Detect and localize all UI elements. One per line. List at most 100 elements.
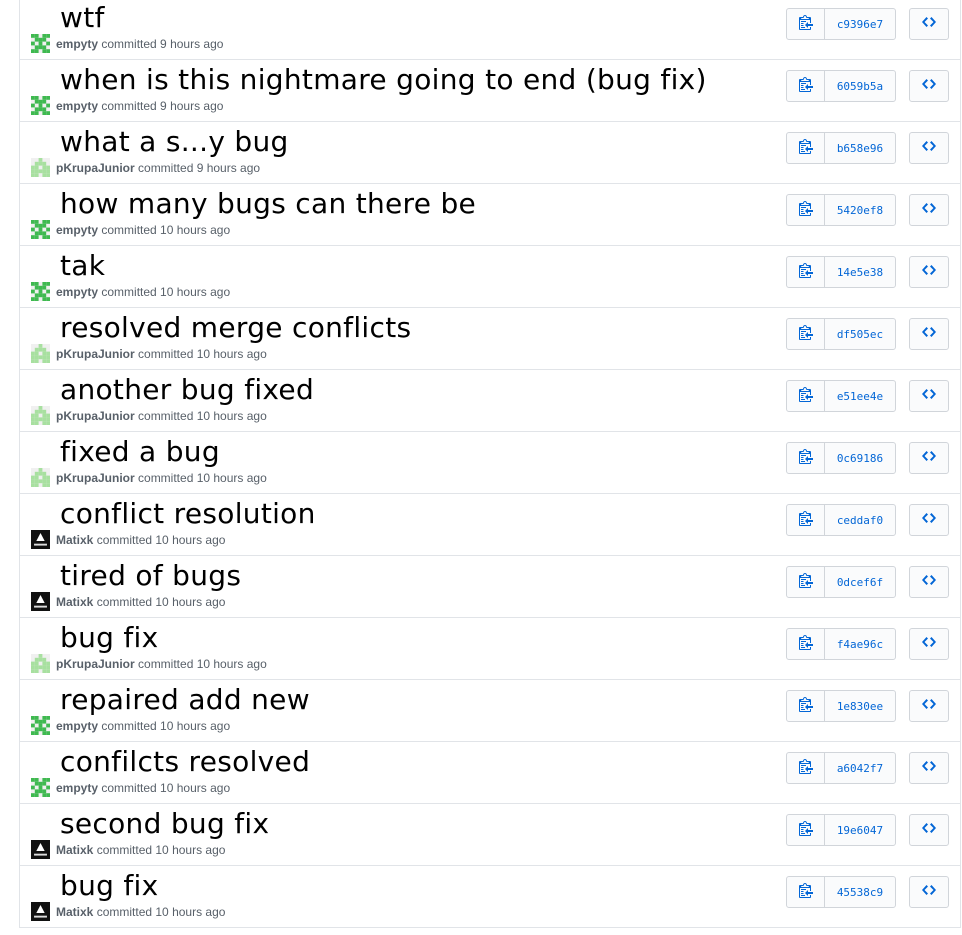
commit-author[interactable]: Matixk [56, 843, 93, 857]
browse-repo-button[interactable] [909, 194, 949, 226]
commit-title[interactable]: resolved merge conflicts [60, 311, 411, 345]
browse-repo-button[interactable] [909, 380, 949, 412]
browse-repo-button[interactable] [909, 132, 949, 164]
copy-sha-button[interactable] [787, 629, 825, 659]
copy-sha-button[interactable] [787, 443, 825, 473]
avatar[interactable] [31, 654, 50, 673]
commit-sha-link[interactable]: ceddaf0 [825, 505, 895, 535]
commit-title[interactable]: bug fix [60, 621, 159, 655]
copy-sha-button[interactable] [787, 691, 825, 721]
commit-time: committed 9 hours ago [138, 161, 261, 175]
avatar[interactable] [31, 530, 50, 549]
copy-sha-button[interactable] [787, 567, 825, 597]
commit-author[interactable]: Matixk [56, 533, 93, 547]
commit-title[interactable]: confilcts resolved [60, 745, 310, 779]
commit-sha-link[interactable]: 6059b5a [825, 71, 895, 101]
commit-author[interactable]: pKrupaJunior [56, 657, 135, 671]
copy-sha-button[interactable] [787, 877, 825, 907]
commit-sha-link[interactable]: 19e6047 [825, 815, 895, 845]
commit-row: second bug fix Matixk committed 10 hours… [20, 804, 960, 866]
browse-repo-button[interactable] [909, 8, 949, 40]
copy-sha-button[interactable] [787, 319, 825, 349]
commit-title[interactable]: tak [60, 249, 105, 283]
commit-author[interactable]: empyty [56, 285, 98, 299]
commit-title[interactable]: another bug fixed [60, 373, 314, 407]
avatar[interactable] [31, 406, 50, 425]
commit-author[interactable]: Matixk [56, 905, 93, 919]
browse-repo-button[interactable] [909, 876, 949, 908]
commit-title[interactable]: tired of bugs [60, 559, 241, 593]
commit-author[interactable]: Matixk [56, 595, 93, 609]
copy-sha-button[interactable] [787, 753, 825, 783]
commit-author[interactable]: empyty [56, 37, 98, 51]
copy-sha-button[interactable] [787, 381, 825, 411]
commit-sha-link[interactable]: 1e830ee [825, 691, 895, 721]
commit-author[interactable]: empyty [56, 719, 98, 733]
commit-sha-link[interactable]: 5420ef8 [825, 195, 895, 225]
commit-sha-link[interactable]: 0c69186 [825, 443, 895, 473]
copy-sha-button[interactable] [787, 257, 825, 287]
avatar[interactable] [31, 778, 50, 797]
browse-repo-button[interactable] [909, 318, 949, 350]
browse-repo-button[interactable] [909, 566, 949, 598]
copy-sha-button[interactable] [787, 133, 825, 163]
commit-title[interactable]: bug fix [60, 869, 159, 903]
commit-sha-link[interactable]: e51ee4e [825, 381, 895, 411]
commit-sha-link[interactable]: 14e5e38 [825, 257, 895, 287]
commit-author[interactable]: empyty [56, 99, 98, 113]
commit-sha-link[interactable]: 45538c9 [825, 877, 895, 907]
code-icon [922, 820, 936, 841]
avatar[interactable] [31, 468, 50, 487]
commit-time: committed 10 hours ago [96, 843, 226, 857]
commit-author[interactable]: pKrupaJunior [56, 471, 135, 485]
avatar[interactable] [31, 282, 50, 301]
avatar[interactable] [31, 96, 50, 115]
browse-repo-button[interactable] [909, 628, 949, 660]
avatar[interactable] [31, 344, 50, 363]
commit-author[interactable]: pKrupaJunior [56, 161, 135, 175]
clipboard-icon [798, 138, 813, 159]
commit-meta: empyty committed 9 hours ago [56, 99, 223, 113]
copy-sha-button[interactable] [787, 195, 825, 225]
browse-repo-button[interactable] [909, 70, 949, 102]
commit-sha-link[interactable]: c9396e7 [825, 9, 895, 39]
browse-repo-button[interactable] [909, 814, 949, 846]
browse-repo-button[interactable] [909, 752, 949, 784]
avatar[interactable] [31, 716, 50, 735]
copy-sha-button[interactable] [787, 71, 825, 101]
commit-sha-link[interactable]: df505ec [825, 319, 895, 349]
commit-meta: Matixk committed 10 hours ago [56, 905, 225, 919]
commit-title[interactable]: wtf [60, 1, 105, 35]
browse-repo-button[interactable] [909, 256, 949, 288]
commit-title[interactable]: conflict resolution [60, 497, 316, 531]
browse-repo-button[interactable] [909, 504, 949, 536]
avatar[interactable] [31, 902, 50, 921]
copy-sha-button[interactable] [787, 815, 825, 845]
commit-title[interactable]: second bug fix [60, 807, 269, 841]
avatar[interactable] [31, 158, 50, 177]
commit-title[interactable]: repaired add new [60, 683, 310, 717]
avatar[interactable] [31, 220, 50, 239]
commit-title[interactable]: fixed a bug [60, 435, 220, 469]
commit-author[interactable]: empyty [56, 223, 98, 237]
avatar[interactable] [31, 592, 50, 611]
browse-repo-button[interactable] [909, 690, 949, 722]
sha-button-group: b658e96 [786, 132, 896, 164]
commit-sha-link[interactable]: b658e96 [825, 133, 895, 163]
commit-author[interactable]: pKrupaJunior [56, 347, 135, 361]
commit-title[interactable]: how many bugs can there be [60, 187, 476, 221]
commit-title[interactable]: what a s...y bug [60, 125, 289, 159]
avatar[interactable] [31, 34, 50, 53]
commit-author[interactable]: pKrupaJunior [56, 409, 135, 423]
commit-sha-link[interactable]: f4ae96c [825, 629, 895, 659]
browse-repo-button[interactable] [909, 442, 949, 474]
commit-time: committed 10 hours ago [101, 285, 231, 299]
copy-sha-button[interactable] [787, 505, 825, 535]
commit-sha-link[interactable]: a6042f7 [825, 753, 895, 783]
code-icon [922, 448, 936, 469]
commit-author[interactable]: empyty [56, 781, 98, 795]
commit-title[interactable]: when is this nightmare going to end (bug… [60, 63, 707, 97]
copy-sha-button[interactable] [787, 9, 825, 39]
commit-sha-link[interactable]: 0dcef6f [825, 567, 895, 597]
avatar[interactable] [31, 840, 50, 859]
